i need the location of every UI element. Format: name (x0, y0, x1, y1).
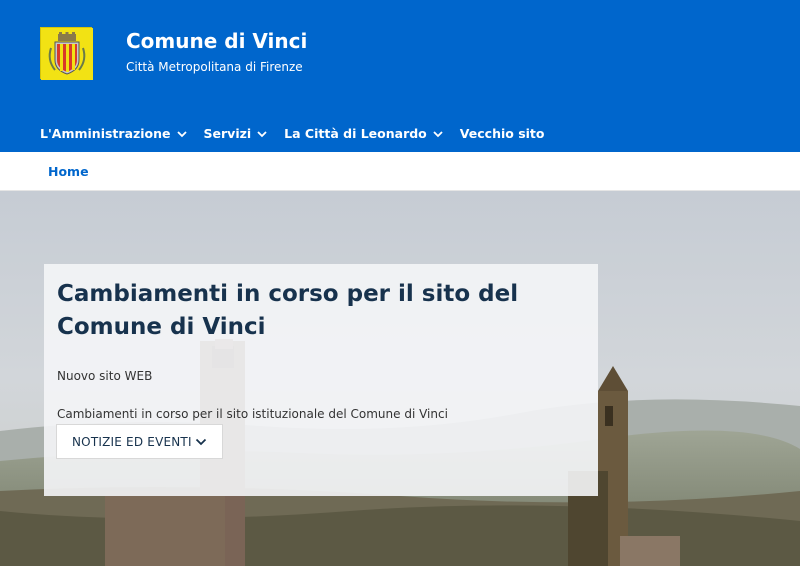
nav-item-citta-leonardo[interactable]: La Città di Leonardo (284, 126, 444, 141)
card-title[interactable]: Cambiamenti in corso per il sito del Com… (57, 278, 592, 344)
nav-item-label: La Città di Leonardo (284, 126, 427, 141)
chevron-down-icon (195, 438, 207, 446)
nav-item-amministrazione[interactable]: L'Amministrazione (40, 126, 188, 141)
breadcrumb-home-link[interactable]: Home (48, 164, 89, 179)
site-title[interactable]: Comune di Vinci (126, 29, 307, 53)
main-nav: L'Amministrazione Servizi La Città di Le… (40, 126, 560, 141)
nav-item-label: L'Amministrazione (40, 126, 171, 141)
site-header: Comune di Vinci Città Metropolitana di F… (0, 0, 800, 152)
card-kicker: Nuovo sito WEB (57, 369, 153, 383)
nav-item-servizi[interactable]: Servizi (204, 126, 269, 141)
nav-item-label: Servizi (203, 126, 252, 141)
coat-of-arms-icon (41, 28, 93, 80)
dropdown-label: NOTIZIE ED EVENTI (72, 434, 192, 449)
category-dropdown[interactable]: NOTIZIE ED EVENTI (56, 424, 223, 459)
chevron-down-icon (176, 130, 187, 137)
coat-of-arms-logo[interactable] (40, 27, 93, 80)
nav-item-vecchio-sito[interactable]: Vecchio sito (460, 126, 545, 141)
card-description: Cambiamenti in corso per il sito istituz… (57, 407, 448, 421)
site-subtitle: Città Metropolitana di Firenze (126, 60, 303, 74)
chevron-down-icon (433, 130, 443, 137)
news-card: Cambiamenti in corso per il sito del Com… (44, 264, 598, 496)
breadcrumb: Home (0, 152, 800, 191)
nav-item-label: Vecchio sito (459, 126, 545, 141)
chevron-down-icon (257, 130, 267, 137)
